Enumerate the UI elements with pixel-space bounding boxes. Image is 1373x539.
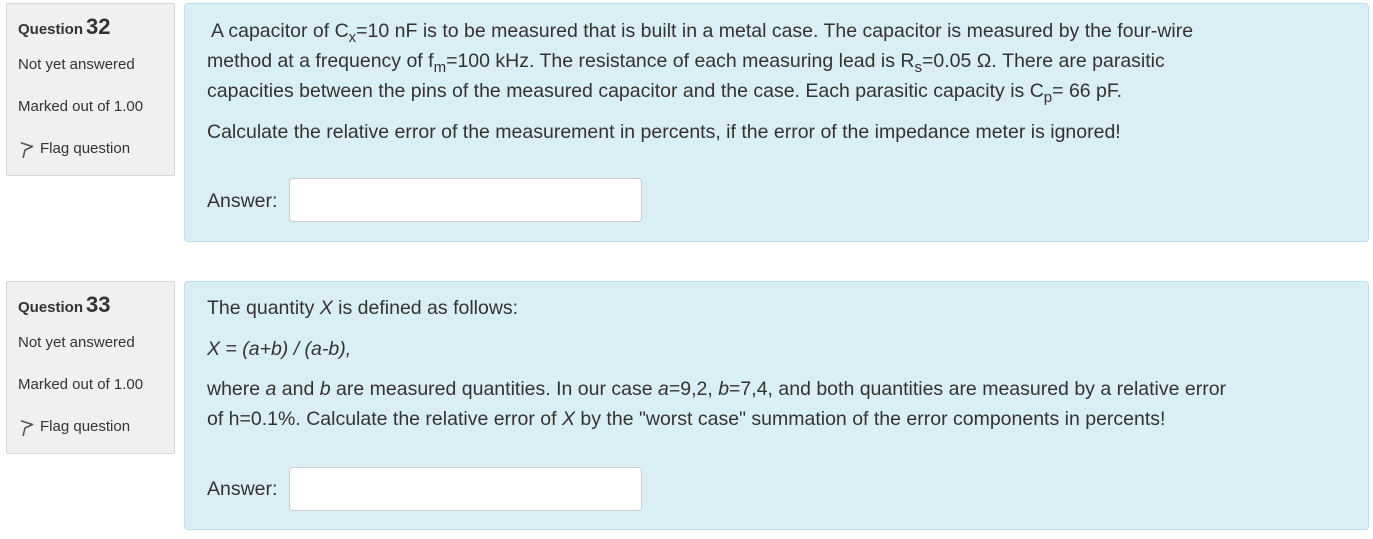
flag-icon bbox=[20, 420, 34, 436]
question-state: Not yet answered bbox=[18, 56, 135, 73]
question-number: Question 33 bbox=[18, 292, 111, 318]
question-grade: Marked out of 1.00 bbox=[18, 376, 144, 393]
text-span: =10 nF is to be measured that is built i… bbox=[356, 20, 1194, 42]
question-text-line: The quantity X is defined as follows: bbox=[207, 293, 1327, 323]
variable-x: X bbox=[561, 408, 575, 430]
text-span: by the "worst case" summation of the err… bbox=[575, 408, 1166, 430]
subscript-m: m bbox=[433, 59, 447, 76]
text-span: =0.05 Ω. There are parasitic bbox=[922, 50, 1165, 72]
formula-text: X = (a+b) / (a-b), bbox=[207, 338, 352, 360]
text-span: of h=0.1%. Calculate the relative error … bbox=[207, 408, 562, 430]
subscript-s: s bbox=[914, 59, 923, 76]
text-span: = 66 pF. bbox=[1052, 80, 1123, 102]
text-span: =7,4, and both quantities are measured b… bbox=[729, 378, 1227, 400]
text-span: =100 kHz. The resistance of each measuri… bbox=[446, 50, 915, 72]
answer-input[interactable] bbox=[289, 178, 642, 222]
flag-question-label: Flag question bbox=[40, 417, 131, 435]
question-content: A capacitor of Cx=10 nF is to be measure… bbox=[184, 3, 1369, 242]
question-text-line: capacities between the pins of the measu… bbox=[207, 76, 1327, 106]
variable-b: b bbox=[718, 378, 730, 400]
text-span: capacities between the pins of the measu… bbox=[207, 80, 1044, 102]
text-span: A capacitor of C bbox=[211, 20, 349, 42]
question-text-line: A capacitor of Cx=10 nF is to be measure… bbox=[211, 16, 1331, 46]
text-span: method at a frequency of f bbox=[207, 50, 434, 72]
flag-question-link[interactable]: Flag question bbox=[20, 138, 130, 158]
question-state: Not yet answered bbox=[18, 334, 135, 351]
text-span: is defined as follows: bbox=[332, 297, 519, 319]
answer-label: Answer: bbox=[207, 190, 278, 212]
question-instruction: Calculate the relative error of the meas… bbox=[207, 121, 1121, 143]
text-span: The quantity bbox=[207, 297, 320, 319]
variable-b: b bbox=[319, 378, 331, 400]
flag-question-link[interactable]: Flag question bbox=[20, 416, 130, 436]
flag-icon bbox=[20, 142, 34, 158]
question-info-panel: Question 32 Not yet answered Marked out o… bbox=[6, 3, 175, 176]
variable-a: a bbox=[265, 378, 277, 400]
question-text-line: method at a frequency of fm=100 kHz. The… bbox=[207, 46, 1327, 76]
question-number: Question 32 bbox=[18, 14, 111, 40]
question-grade: Marked out of 1.00 bbox=[18, 98, 144, 115]
variable-x: X bbox=[319, 297, 333, 319]
flag-question-label: Flag question bbox=[40, 139, 131, 157]
variable-a: a bbox=[657, 378, 669, 400]
answer-input[interactable] bbox=[289, 467, 642, 511]
formula: X = (a+b) / (a-b), bbox=[207, 334, 1327, 364]
question-text-line: of h=0.1%. Calculate the relative error … bbox=[207, 404, 1347, 434]
question-label: Question bbox=[18, 299, 84, 316]
subscript-p: p bbox=[1043, 89, 1053, 106]
question-info-panel: Question 33 Not yet answered Marked out o… bbox=[6, 281, 175, 454]
question-number-value: 32 bbox=[86, 14, 111, 39]
text-span: where bbox=[207, 378, 266, 400]
text-span: are measured quantities. In our case bbox=[330, 378, 658, 400]
question-text-line: where a and b are measured quantities. I… bbox=[207, 374, 1347, 404]
text-span: and bbox=[276, 378, 320, 400]
text-span: =9,2, bbox=[668, 378, 719, 400]
question-number-value: 33 bbox=[86, 292, 111, 317]
answer-label: Answer: bbox=[207, 478, 278, 500]
question-content: The quantity X is defined as follows: X … bbox=[184, 281, 1369, 530]
question-label: Question bbox=[18, 21, 84, 38]
